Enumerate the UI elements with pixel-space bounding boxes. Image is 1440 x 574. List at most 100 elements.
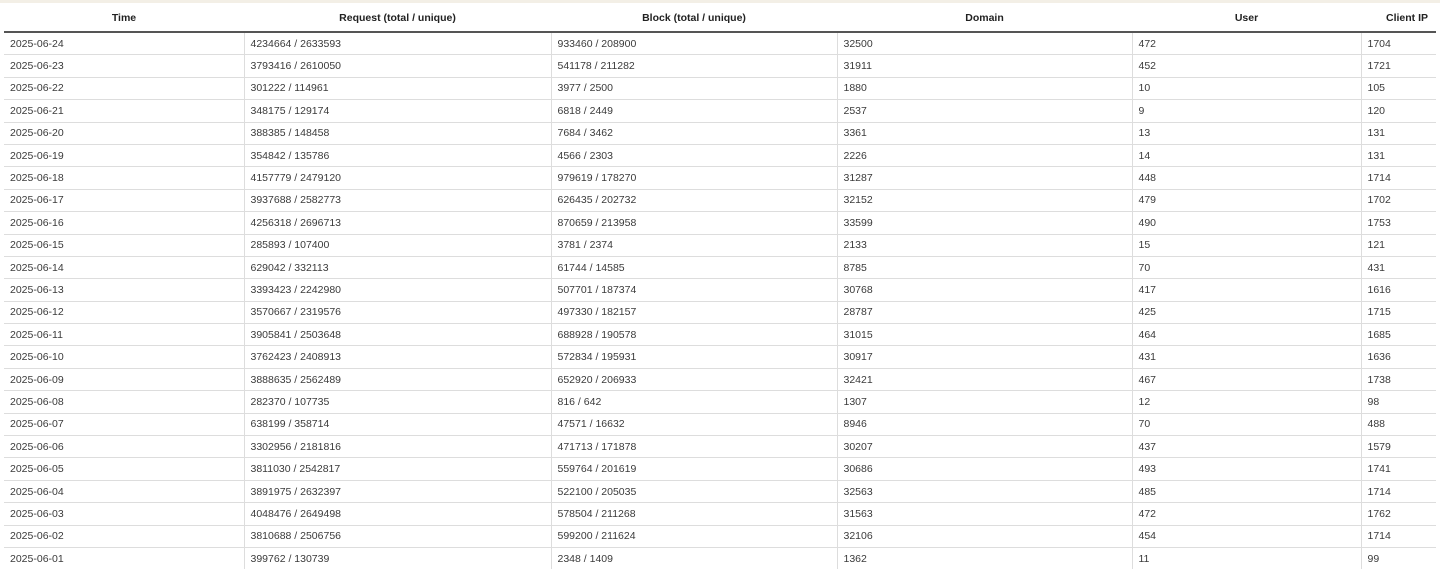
cell-request: 354842 / 135786 [244,143,552,167]
cell-request: 3891975 / 2632397 [244,479,552,503]
table-row: 2025-06-22 301222 / 114961 3977 / 2500 1880… [4,76,1436,100]
table-row: 2025-06-06 3302956 / 2181816 471713 / 1718… [4,435,1436,458]
column-header-client-ip[interactable]: Client IP [1361,5,1436,33]
cell-client-ip: 99 [1361,546,1436,570]
cell-domain: 8785 [837,255,1133,279]
cell-client-ip: 1738 [1361,367,1436,391]
cell-user: 10 [1132,76,1362,100]
cell-block: 870659 / 213958 [551,211,838,235]
cell-user: 14 [1132,143,1362,167]
cell-client-ip: 121 [1361,233,1436,257]
cell-domain: 32152 [837,188,1133,212]
cell-user: 448 [1132,166,1362,190]
cell-time: 2025-06-02 [4,524,245,548]
cell-block: 471713 / 171878 [551,435,838,458]
cell-client-ip: 105 [1361,76,1436,100]
cell-request: 629042 / 332113 [244,255,552,279]
cell-time: 2025-06-11 [4,323,245,346]
cell-request: 3570667 / 2319576 [244,300,552,324]
table-row: 2025-06-23 3793416 / 2610050 541178 / 2112… [4,54,1436,78]
cell-user: 15 [1132,233,1362,257]
cell-domain: 30917 [837,345,1133,369]
cell-client-ip: 120 [1361,99,1436,123]
cell-block: 559764 / 201619 [551,457,838,481]
top-border-strip [0,0,1440,3]
cell-time: 2025-06-23 [4,54,245,78]
cell-time: 2025-06-19 [4,143,245,167]
table-row: 2025-06-08 282370 / 107735 816 / 642 1307 12… [4,390,1436,414]
cell-block: 626435 / 202732 [551,188,838,212]
cell-client-ip: 1714 [1361,479,1436,503]
cell-client-ip: 1741 [1361,457,1436,481]
cell-domain: 32421 [837,367,1133,391]
column-header-user[interactable]: User [1132,5,1361,33]
cell-domain: 3361 [837,121,1133,145]
cell-domain: 28787 [837,300,1133,324]
cell-request: 3762423 / 2408913 [244,345,552,369]
cell-time: 2025-06-18 [4,166,245,190]
table-row: 2025-06-16 4256318 / 2696713 870659 / 2139… [4,211,1436,235]
table-header-row: Time Request (total / unique) Block (tot… [4,5,1436,33]
cell-block: 4566 / 2303 [551,143,838,167]
cell-request: 348175 / 129174 [244,99,552,123]
table-row: 2025-06-03 4048476 / 2649498 578504 / 2112… [4,502,1436,526]
cell-time: 2025-06-09 [4,367,245,391]
cell-client-ip: 98 [1361,390,1436,414]
cell-block: 572834 / 195931 [551,345,838,369]
cell-block: 3977 / 2500 [551,76,838,100]
cell-domain: 31563 [837,502,1133,526]
cell-client-ip: 1721 [1361,54,1436,78]
cell-domain: 32563 [837,479,1133,503]
column-header-block[interactable]: Block (total / unique) [551,5,837,33]
cell-client-ip: 131 [1361,143,1436,167]
cell-client-ip: 1762 [1361,502,1436,526]
cell-domain: 2133 [837,233,1133,257]
cell-client-ip: 488 [1361,412,1436,436]
table-row: 2025-06-02 3810688 / 2506756 599200 / 2116… [4,524,1436,548]
cell-request: 3888635 / 2562489 [244,367,552,391]
cell-request: 301222 / 114961 [244,76,552,100]
cell-user: 431 [1132,345,1362,369]
table-row: 2025-06-20 388385 / 148458 7684 / 3462 3361… [4,121,1436,145]
cell-request: 282370 / 107735 [244,390,552,414]
cell-user: 464 [1132,323,1362,346]
cell-user: 70 [1132,255,1362,279]
table-row: 2025-06-18 4157779 / 2479120 979619 / 1782… [4,166,1436,190]
cell-domain: 1880 [837,76,1133,100]
column-header-request[interactable]: Request (total / unique) [244,5,551,33]
cell-client-ip: 1579 [1361,435,1436,458]
cell-request: 3793416 / 2610050 [244,54,552,78]
cell-request: 4048476 / 2649498 [244,502,552,526]
cell-time: 2025-06-16 [4,211,245,235]
cell-request: 285893 / 107400 [244,233,552,257]
table-row: 2025-06-19 354842 / 135786 4566 / 2303 2226… [4,143,1436,167]
table-header: Time Request (total / unique) Block (tot… [4,5,1436,33]
table-row: 2025-06-14 629042 / 332113 61744 / 14585 87… [4,255,1436,279]
column-header-domain[interactable]: Domain [837,5,1132,33]
cell-domain: 2226 [837,143,1133,167]
cell-time: 2025-06-17 [4,188,245,212]
cell-time: 2025-06-14 [4,255,245,279]
column-header-time[interactable]: Time [4,5,244,33]
cell-domain: 31911 [837,54,1133,78]
cell-client-ip: 1715 [1361,300,1436,324]
cell-domain: 31015 [837,323,1133,346]
cell-time: 2025-06-13 [4,278,245,302]
cell-time: 2025-06-20 [4,121,245,145]
cell-block: 497330 / 182157 [551,300,838,324]
cell-block: 979619 / 178270 [551,166,838,190]
cell-request: 3393423 / 2242980 [244,278,552,302]
table-row: 2025-06-21 348175 / 129174 6818 / 2449 2537… [4,99,1436,123]
cell-request: 388385 / 148458 [244,121,552,145]
cell-block: 816 / 642 [551,390,838,414]
cell-client-ip: 1702 [1361,188,1436,212]
cell-block: 933460 / 208900 [551,32,838,55]
cell-time: 2025-06-24 [4,32,245,55]
cell-request: 3810688 / 2506756 [244,524,552,548]
cell-request: 4234664 / 2633593 [244,32,552,55]
cell-domain: 1362 [837,546,1133,570]
cell-user: 467 [1132,367,1362,391]
cell-time: 2025-06-05 [4,457,245,481]
cell-request: 4256318 / 2696713 [244,211,552,235]
cell-client-ip: 1636 [1361,345,1436,369]
